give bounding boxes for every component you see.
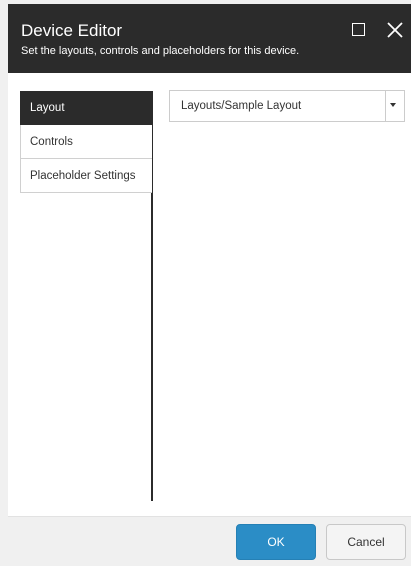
dialog-footer: OK Cancel [8,516,411,566]
maximize-button[interactable] [350,20,370,40]
close-button[interactable] [384,20,406,42]
device-editor-dialog: Device Editor Set the layouts, controls … [0,0,411,566]
dialog-header: Device Editor Set the layouts, controls … [8,4,411,73]
dialog-body: Layout Controls Placeholder Settings Lay… [8,73,411,516]
dialog-title: Device Editor [21,21,123,40]
sidebar-item-label: Layout [30,102,65,114]
chevron-down-icon[interactable] [390,103,396,107]
sidebar-item-label: Placeholder Settings [30,170,136,182]
sidebar-item-label: Controls [30,136,73,148]
close-icon [387,22,403,38]
sidebar-item-placeholder-settings[interactable]: Placeholder Settings [20,159,152,193]
layout-select[interactable]: Layouts/Sample Layout [169,90,405,122]
cancel-button[interactable]: Cancel [326,524,406,560]
ok-button[interactable]: OK [236,524,316,560]
sidebar-item-controls[interactable]: Controls [20,125,152,159]
select-divider [385,91,386,121]
layout-select-value: Layouts/Sample Layout [181,100,302,112]
dialog-subtitle: Set the layouts, controls and placeholde… [21,45,300,57]
maximize-icon [352,23,365,36]
sidebar-item-layout[interactable]: Layout [20,91,152,125]
